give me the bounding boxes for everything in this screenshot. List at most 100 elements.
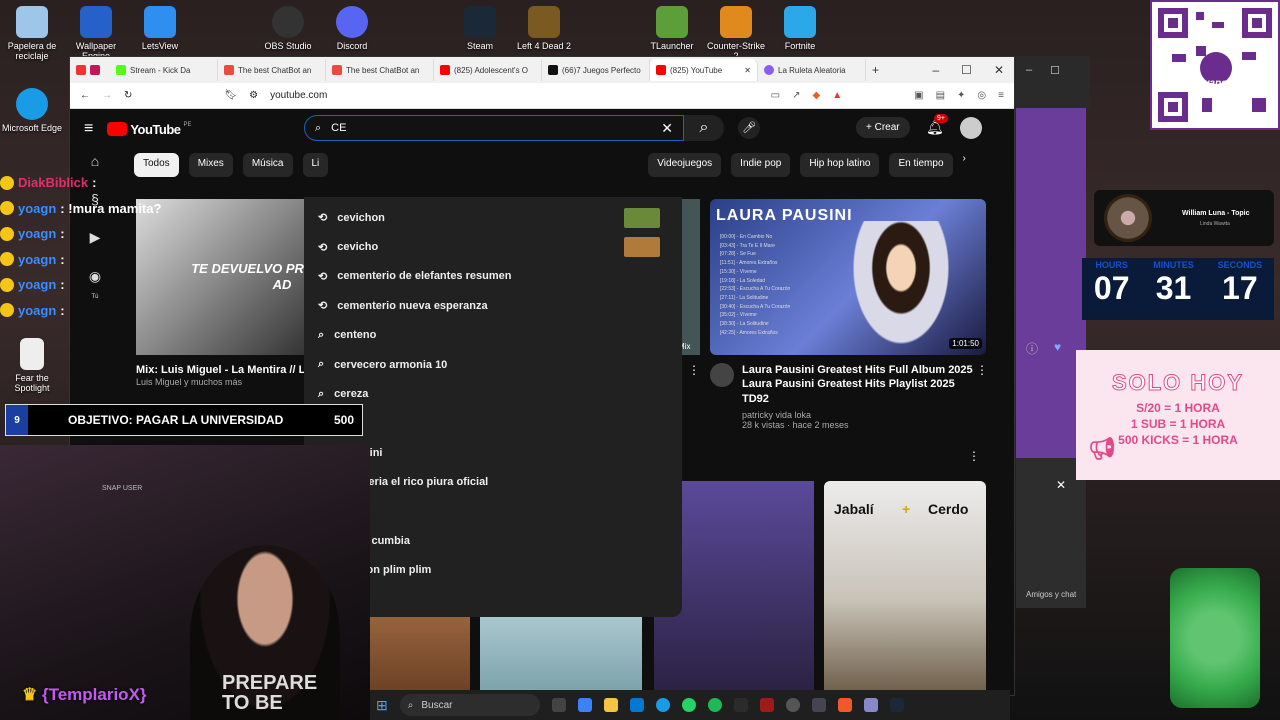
chip-en-tiempo[interactable]: En tiempo	[889, 153, 953, 177]
chat-text: : !mura mamita?	[60, 200, 162, 216]
discord-taskbar-icon[interactable]	[733, 698, 748, 712]
forward-icon[interactable]: →	[102, 90, 112, 101]
whatsapp-icon[interactable]	[681, 698, 696, 712]
suggestion-item[interactable]: ⟲ cementerio de elefantes resumen	[304, 262, 682, 291]
minimize-icon[interactable]: –	[1026, 64, 1032, 77]
sidebar-toggle-icon[interactable]: ▣	[914, 90, 923, 101]
tab-group-icon[interactable]	[76, 65, 86, 75]
video-meta: Luis Miguel y muchos más	[136, 377, 243, 388]
maximize-icon[interactable]: ☐	[961, 63, 972, 77]
minimize-icon[interactable]: –	[932, 63, 939, 77]
desktop-icon-wallpaper-engine[interactable]: Wallpaper Engine	[64, 6, 128, 61]
vpn-icon[interactable]: ◎	[977, 90, 986, 101]
desktop-icon-recycle-bin[interactable]: Papelera de reciclaje	[0, 6, 64, 61]
qr-pattern-icon	[1158, 8, 1272, 122]
desktop-icon-left4dead2[interactable]: Left 4 Dead 2	[512, 6, 576, 51]
notifications-icon[interactable]: 🔔︎ 9+	[926, 114, 948, 136]
menu-icon[interactable]: ≡	[998, 90, 1004, 101]
suggestion-item[interactable]: ⌕ cervecero armonia 10	[304, 350, 682, 379]
desktop-icon-tlauncher[interactable]: TLauncher	[640, 6, 704, 51]
chip-videojuegos[interactable]: Videojuegos	[648, 153, 722, 177]
avatar[interactable]	[960, 117, 982, 139]
back-icon[interactable]: ←	[80, 90, 90, 101]
chips-next-icon[interactable]: ›	[963, 153, 966, 177]
tracklist-line: [30:40] - Escucha A Tu Corazón	[720, 303, 791, 310]
tab-chatbot-1[interactable]: The best ChatBot an	[218, 59, 326, 81]
new-tab-icon[interactable]: +	[872, 63, 879, 77]
close-window-icon[interactable]: ✕	[994, 63, 1004, 77]
wallet-icon[interactable]: ▤	[936, 90, 945, 101]
search-button[interactable]: ⌕	[684, 115, 724, 141]
suggestion-item[interactable]: ⌕ centeno	[304, 321, 682, 350]
maximize-icon[interactable]: ☐	[1050, 64, 1060, 77]
heart-icon[interactable]: ♥	[1054, 340, 1061, 354]
spotify-icon[interactable]	[707, 698, 722, 712]
desktop-icon-steam[interactable]: Steam	[448, 6, 512, 51]
voice-search-icon[interactable]: 🎤︎	[738, 117, 760, 139]
close-tab-icon[interactable]: ✕	[744, 66, 751, 75]
chip-musica[interactable]: Música	[242, 153, 293, 177]
short-thumbnail-jabali-cerdo[interactable]: Jabalí + Cerdo	[824, 481, 986, 695]
notepad-icon[interactable]	[863, 698, 878, 712]
channel-avatar[interactable]	[710, 363, 734, 387]
video-title[interactable]: Laura Pausini Greatest Hits Full Album 2…	[742, 363, 974, 406]
video-menu-icon[interactable]: ⋮	[688, 363, 700, 377]
tab-youtube-adolescent[interactable]: (825) Adolescent's O	[434, 59, 542, 81]
app-icon[interactable]	[811, 698, 826, 712]
suggestion-item[interactable]: ⟲ cevicho	[304, 232, 682, 261]
cast-icon[interactable]: ▭	[771, 90, 780, 101]
reload-icon[interactable]: ↻	[124, 90, 132, 101]
search-input[interactable]: ⌕ CE ✕	[304, 115, 684, 141]
steam-taskbar-icon[interactable]	[889, 698, 904, 712]
task-view-icon[interactable]	[551, 698, 566, 712]
desktop-icon-discord[interactable]: Discord	[320, 6, 384, 51]
youtube-logo[interactable]: YouTube PE	[107, 122, 192, 137]
info-icon[interactable]: ⓘ	[1026, 340, 1038, 357]
tab-pinned-icon[interactable]	[90, 65, 100, 75]
suggestion-item[interactable]: ⟲ cementerio nueva esperanza	[304, 291, 682, 320]
extensions-icon[interactable]: ✦	[957, 90, 965, 101]
tab-tiktok[interactable]: (66)7 Juegos Perfecto	[542, 59, 650, 81]
chip-hip-hop[interactable]: Hip hop latino	[800, 153, 880, 177]
tab-kick[interactable]: Stream - Kick Da	[110, 59, 218, 81]
brave-rewards-icon[interactable]: ▲	[832, 90, 842, 101]
tab-youtube-active[interactable]: (825) YouTube ✕	[650, 59, 758, 81]
suggestion-item[interactable]: ⟲ cevichon	[304, 203, 682, 232]
url-field[interactable]: youtube.com	[270, 90, 327, 101]
file-explorer-icon[interactable]	[603, 698, 618, 712]
desktop-icon-fear-the-spotlight[interactable]: Fear the Spotlight	[0, 338, 64, 393]
game-icon[interactable]	[759, 698, 774, 712]
clear-search-icon[interactable]: ✕	[661, 120, 673, 137]
tiktok-icon	[548, 65, 558, 75]
desktop-icon-obs[interactable]: OBS Studio	[256, 6, 320, 51]
tab-chatbot-2[interactable]: The best ChatBot an	[326, 59, 434, 81]
channel-name[interactable]: patricky vida loka	[742, 410, 974, 420]
shorts-menu-icon[interactable]: ⋮	[968, 449, 980, 463]
site-info-icon[interactable]: ⚙	[249, 90, 258, 101]
edge-icon[interactable]	[655, 698, 670, 712]
desktop-icon-fortnite[interactable]: Fortnite	[768, 6, 832, 51]
brave-icon[interactable]	[837, 698, 852, 712]
desktop-icon-edge[interactable]: Microsoft Edge	[0, 88, 64, 133]
video-title[interactable]: Mix: Luis Miguel - La Mentira // Letr	[136, 363, 306, 377]
create-button[interactable]: + Crear	[856, 117, 910, 138]
taskbar-search[interactable]: ⌕ Buscar	[399, 694, 540, 716]
home-icon[interactable]: ⌂	[70, 153, 120, 169]
close-panel-icon[interactable]: ✕	[1056, 478, 1066, 492]
video-menu-icon[interactable]: ⋮	[976, 363, 988, 377]
hamburger-icon[interactable]: ≡	[84, 120, 93, 138]
obs-taskbar-icon[interactable]	[785, 698, 800, 712]
desktop-icon-cs2[interactable]: Counter-Strike 2	[704, 6, 768, 61]
brave-shield-icon[interactable]: ◆	[813, 90, 821, 101]
desktop-icon-letsview[interactable]: LetsView	[128, 6, 192, 51]
copilot-icon[interactable]	[577, 698, 592, 712]
share-icon[interactable]: ↗	[792, 90, 800, 101]
chip-li[interactable]: Li	[302, 153, 329, 177]
tab-ruleta[interactable]: La Ruleta Aleatoria	[758, 59, 866, 81]
bookmark-icon[interactable]: 🔖︎	[224, 90, 237, 101]
chip-indie-pop[interactable]: Indie pop	[731, 153, 791, 177]
start-icon[interactable]: ⊞	[376, 697, 388, 714]
short-label-a: Jabalí	[834, 501, 874, 517]
video-thumbnail-laura-pausini[interactable]: LAURA PAUSINI [00:00] - En Cambio No [03:…	[710, 199, 986, 355]
store-icon[interactable]	[629, 698, 644, 712]
